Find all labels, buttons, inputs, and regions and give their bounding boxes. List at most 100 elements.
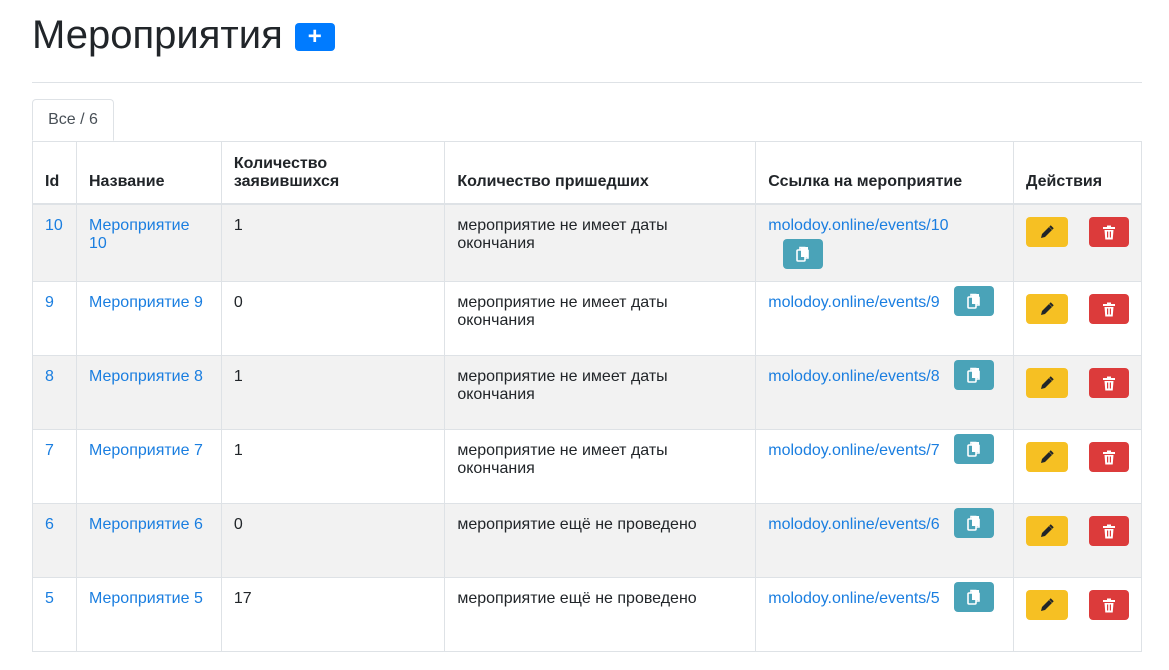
- cell-id: 7: [32, 429, 77, 504]
- event-name-link[interactable]: Мероприятие 7: [89, 442, 203, 459]
- cell-attended: мероприятие не имеет даты окончания: [444, 429, 757, 504]
- edit-button[interactable]: [1026, 294, 1068, 324]
- trash-icon: [1103, 376, 1115, 390]
- pencil-icon: [1041, 225, 1054, 238]
- cell-attended: мероприятие не имеет даты окончания: [444, 281, 757, 356]
- cell-registered: 1: [220, 429, 446, 504]
- copy-icon: [966, 293, 980, 309]
- column-header-link: Ссылка на мероприятие: [755, 141, 1014, 205]
- cell-registered: 0: [220, 503, 446, 578]
- event-url-link[interactable]: molodoy.online/events/8: [768, 368, 939, 386]
- table-row: 9 Мероприятие 9 0 мероприятие не имеет даты…: [32, 281, 1142, 356]
- cell-name: Мероприятие 7: [75, 429, 222, 504]
- event-name-link[interactable]: Мероприятие 8: [89, 368, 203, 385]
- delete-button[interactable]: [1089, 294, 1129, 324]
- cell-id: 6: [32, 503, 77, 578]
- cell-registered: 0: [220, 281, 446, 356]
- divider: [32, 82, 1142, 83]
- pencil-icon: [1041, 302, 1054, 315]
- event-id-link[interactable]: 10: [45, 217, 63, 234]
- cell-name: Мероприятие 6: [75, 503, 222, 578]
- trash-icon: [1103, 598, 1115, 612]
- cell-registered: 17: [220, 577, 446, 652]
- trash-icon: [1103, 524, 1115, 538]
- event-name-link[interactable]: Мероприятие 5: [89, 590, 203, 607]
- cell-id: 10: [32, 203, 77, 282]
- add-event-button[interactable]: +: [294, 23, 335, 51]
- cell-attended: мероприятие ещё не проведено: [444, 503, 757, 578]
- trash-icon: [1103, 302, 1115, 316]
- table-row: 10 Мероприятие 10 1 мероприятие не имеет да…: [32, 203, 1142, 282]
- event-id-link[interactable]: 7: [45, 442, 54, 459]
- table-header-row: Id Название Количество заявившихся Колич…: [32, 141, 1142, 205]
- trash-icon: [1103, 450, 1115, 464]
- event-url-link[interactable]: molodoy.online/events/7: [768, 442, 939, 460]
- event-url-link[interactable]: molodoy.online/events/9: [768, 294, 939, 312]
- event-url-link[interactable]: molodoy.online/events/6: [768, 516, 939, 534]
- cell-attended: мероприятие не имеет даты окончания: [444, 203, 757, 282]
- page-title: Мероприятия: [32, 13, 283, 57]
- event-id-link[interactable]: 5: [45, 590, 54, 607]
- table-row: 7 Мероприятие 7 1 мероприятие не имеет даты…: [32, 429, 1142, 504]
- event-name-link[interactable]: Мероприятие 10: [89, 217, 190, 252]
- table-row: 6 Мероприятие 6 0 мероприятие ещё не провед…: [32, 503, 1142, 578]
- cell-link: molodoy.online/events/6: [755, 503, 1014, 578]
- edit-button[interactable]: [1026, 368, 1068, 398]
- delete-button[interactable]: [1089, 516, 1129, 546]
- copy-link-button[interactable]: [953, 286, 994, 316]
- edit-button[interactable]: [1026, 590, 1068, 620]
- cell-actions: [1013, 203, 1142, 282]
- delete-button[interactable]: [1089, 442, 1129, 472]
- event-url-link[interactable]: molodoy.online/events/5: [768, 590, 939, 608]
- copy-icon: [796, 246, 810, 262]
- table-row: 5 Мероприятие 5 17 мероприятие ещё не прове…: [32, 577, 1142, 652]
- copy-icon: [966, 441, 980, 457]
- cell-id: 5: [32, 577, 77, 652]
- copy-link-button[interactable]: [953, 434, 994, 464]
- delete-button[interactable]: [1089, 590, 1129, 620]
- copy-icon: [966, 515, 980, 531]
- cell-link: molodoy.online/events/8: [755, 355, 1014, 430]
- column-header-registered: Количество заявившихся: [220, 141, 446, 205]
- trash-icon: [1103, 225, 1115, 239]
- cell-name: Мероприятие 9: [75, 281, 222, 356]
- pencil-icon: [1041, 450, 1054, 463]
- cell-id: 8: [32, 355, 77, 430]
- cell-actions: [1013, 429, 1142, 504]
- cell-registered: 1: [220, 355, 446, 430]
- event-name-link[interactable]: Мероприятие 9: [89, 294, 203, 311]
- cell-actions: [1013, 355, 1142, 430]
- cell-name: Мероприятие 10: [75, 203, 222, 282]
- plus-icon: +: [307, 23, 322, 50]
- cell-link: molodoy.online/events/7: [755, 429, 1014, 504]
- page-header: Мероприятия +: [32, 10, 335, 60]
- copy-link-button[interactable]: [953, 508, 994, 538]
- pencil-icon: [1041, 598, 1054, 611]
- delete-button[interactable]: [1089, 368, 1129, 398]
- event-name-link[interactable]: Мероприятие 6: [89, 516, 203, 533]
- pencil-icon: [1041, 524, 1054, 537]
- copy-icon: [966, 367, 980, 383]
- column-header-name: Название: [75, 141, 222, 205]
- cell-link: molodoy.online/events/9: [755, 281, 1014, 356]
- copy-icon: [966, 589, 980, 605]
- event-url-link[interactable]: molodoy.online/events/10: [768, 217, 948, 235]
- cell-actions: [1013, 281, 1142, 356]
- copy-link-button[interactable]: [783, 239, 824, 269]
- cell-link: molodoy.online/events/5: [755, 577, 1014, 652]
- event-id-link[interactable]: 6: [45, 516, 54, 533]
- edit-button[interactable]: [1026, 442, 1068, 472]
- tab-all[interactable]: Все / 6: [32, 99, 114, 141]
- copy-link-button[interactable]: [953, 360, 994, 390]
- event-id-link[interactable]: 9: [45, 294, 54, 311]
- pencil-icon: [1041, 376, 1054, 389]
- column-header-id: Id: [32, 141, 77, 205]
- tabs-bar: Все / 6: [32, 99, 1142, 142]
- copy-link-button[interactable]: [953, 582, 994, 612]
- event-id-link[interactable]: 8: [45, 368, 54, 385]
- cell-attended: мероприятие не имеет даты окончания: [444, 355, 757, 430]
- edit-button[interactable]: [1026, 516, 1068, 546]
- delete-button[interactable]: [1089, 217, 1129, 247]
- edit-button[interactable]: [1026, 217, 1068, 247]
- table-row: 8 Мероприятие 8 1 мероприятие не имеет даты…: [32, 355, 1142, 430]
